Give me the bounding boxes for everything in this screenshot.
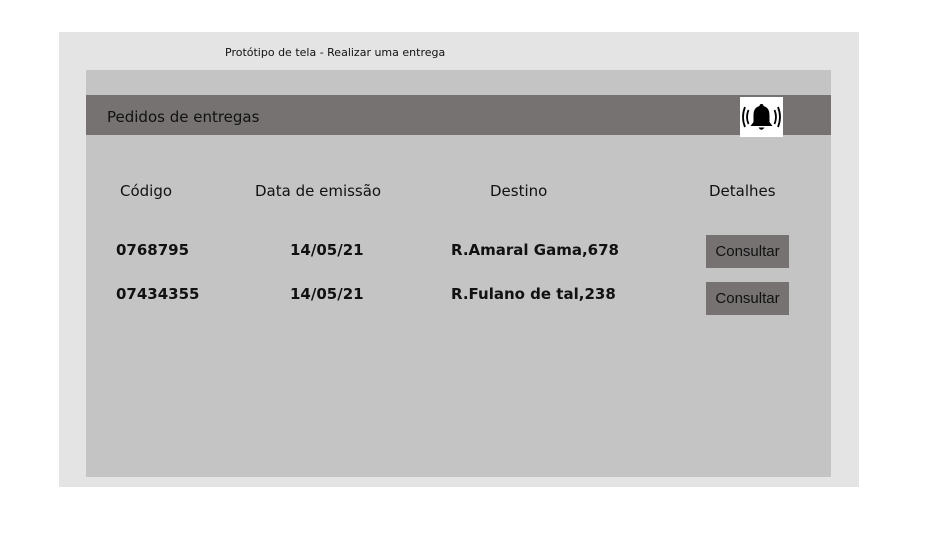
consultar-button[interactable]: Consultar <box>706 282 789 315</box>
app-screen: Pedidos de entregas Código Data de emiss… <box>86 70 831 477</box>
notification-button[interactable] <box>740 97 783 137</box>
cell-data: 14/05/21 <box>290 285 364 303</box>
cell-data: 14/05/21 <box>290 241 364 259</box>
cell-destino: R.Amaral Gama,678 <box>451 241 619 259</box>
cell-destino: R.Fulano de tal,238 <box>451 285 616 303</box>
prototype-frame: Protótipo de tela - Realizar uma entrega… <box>59 32 859 487</box>
bell-alert-icon <box>742 104 781 130</box>
column-header-codigo: Código <box>120 182 173 200</box>
column-header-detalhes: Detalhes <box>709 182 776 200</box>
header-bar: Pedidos de entregas <box>86 95 831 137</box>
page-title: Pedidos de entregas <box>107 108 260 126</box>
column-header-destino: Destino <box>490 182 548 200</box>
cell-codigo: 0768795 <box>116 241 190 259</box>
cell-codigo: 07434355 <box>116 285 200 303</box>
frame-title: Protótipo de tela - Realizar uma entrega <box>225 46 446 59</box>
column-header-data-emissao: Data de emissão <box>255 182 382 200</box>
consultar-button[interactable]: Consultar <box>706 235 789 268</box>
